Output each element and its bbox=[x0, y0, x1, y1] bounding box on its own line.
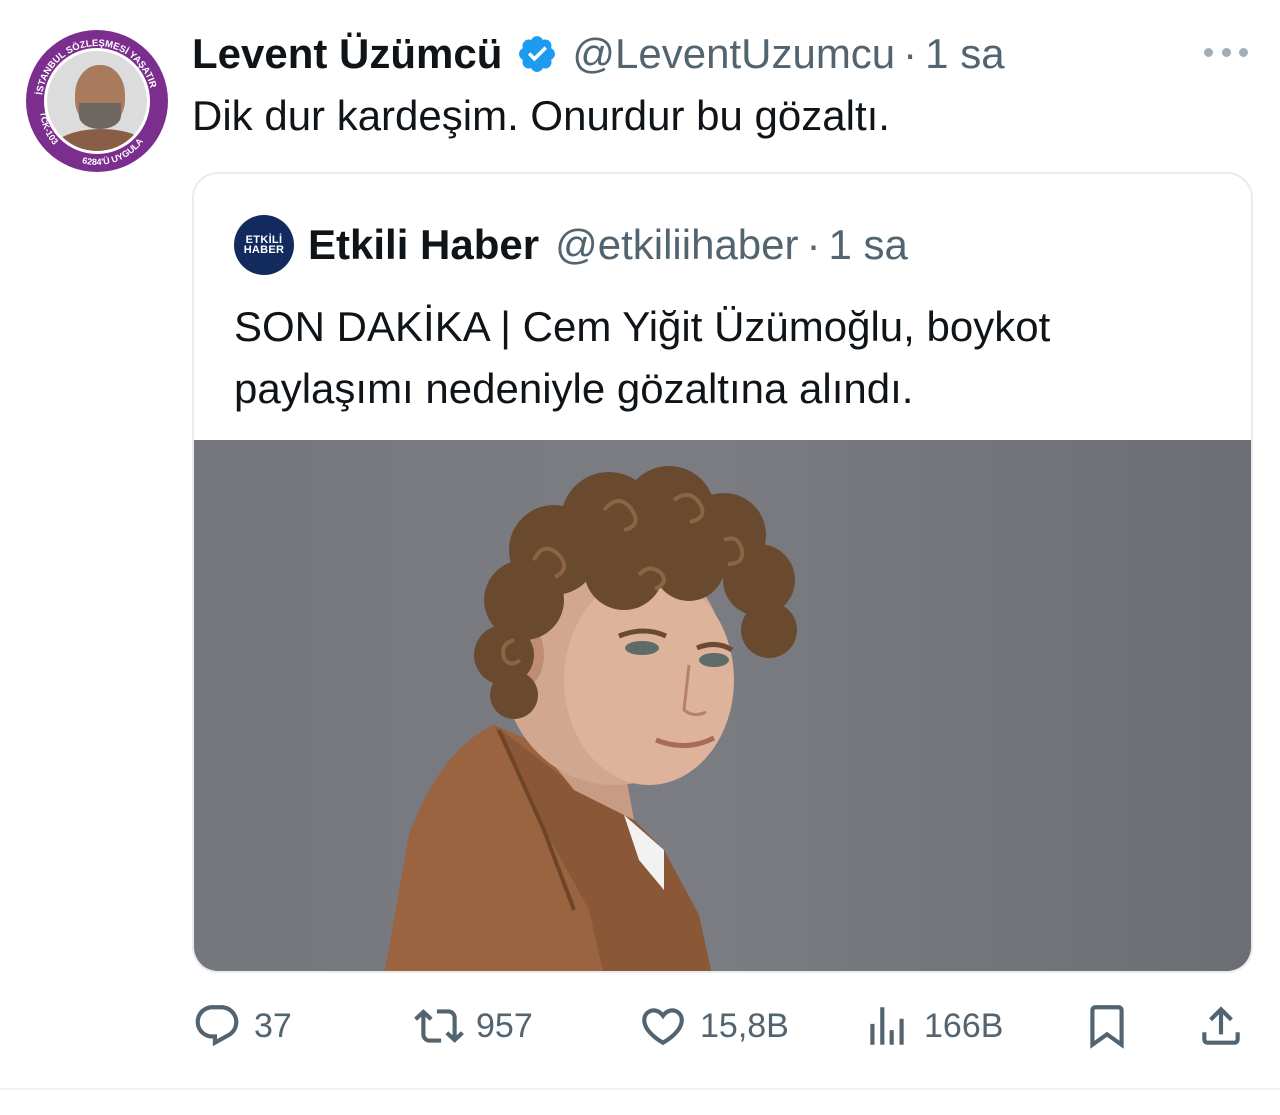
views-count: 166B bbox=[924, 1006, 1004, 1045]
more-options-icon[interactable] bbox=[1204, 40, 1248, 64]
tweet-text: Dik dur kardeşim. Onurdur bu gözaltı. bbox=[192, 92, 890, 139]
author-handle[interactable]: @LeventUzumcu bbox=[572, 30, 895, 78]
reply-button[interactable]: 37 bbox=[192, 998, 292, 1054]
tweet-header: Levent Üzümcü @LeventUzumcu · 1 sa bbox=[192, 26, 1005, 82]
tweet[interactable]: İSTANBUL SÖZLEŞMESİ YAŞATIR TCK-103 6284… bbox=[0, 0, 1280, 1115]
share-icon bbox=[1202, 1006, 1240, 1045]
verified-badge-icon[interactable] bbox=[516, 33, 558, 75]
like-count: 15,8B bbox=[700, 1006, 789, 1045]
views-button[interactable]: 166B bbox=[862, 998, 1003, 1054]
quoted-tweet-photo[interactable] bbox=[194, 440, 1251, 971]
bookmark-button[interactable] bbox=[1082, 998, 1132, 1054]
views-chart-icon bbox=[870, 1007, 904, 1045]
quoted-avatar-text-2: HABER bbox=[243, 244, 285, 256]
quoted-text-line-1: SON DAKİKA | Cem Yiğit Üzümoğlu, boykot bbox=[234, 303, 1051, 350]
heart-icon bbox=[642, 1008, 684, 1046]
quoted-author-avatar[interactable]: ETKİLİ HABER bbox=[234, 215, 294, 275]
quoted-tweet-time[interactable]: 1 sa bbox=[829, 221, 908, 269]
repost-button[interactable]: 957 bbox=[414, 998, 533, 1054]
repost-count: 957 bbox=[476, 1006, 533, 1045]
quoted-author-name[interactable]: Etkili Haber bbox=[308, 221, 539, 269]
author-display-name[interactable]: Levent Üzümcü bbox=[192, 30, 502, 78]
quoted-text-line-2: paylaşımı nedeniyle gözaltına alındı. bbox=[234, 365, 914, 412]
like-button[interactable]: 15,8B bbox=[638, 998, 789, 1054]
bookmark-icon bbox=[1090, 1005, 1124, 1049]
header-separator: · bbox=[903, 30, 918, 77]
share-button[interactable] bbox=[1196, 998, 1246, 1054]
tweet-divider bbox=[0, 1088, 1280, 1090]
quoted-tweet-header: ETKİLİ HABER Etkili Haber @etkiliihaber … bbox=[234, 214, 908, 276]
reply-count: 37 bbox=[254, 1006, 292, 1045]
portrait-illustration bbox=[384, 466, 797, 971]
quoted-tweet-text: SON DAKİKA | Cem Yiğit Üzümoğlu, boykot … bbox=[234, 296, 1214, 420]
quoted-tweet-card[interactable]: ETKİLİ HABER Etkili Haber @etkiliihaber … bbox=[192, 172, 1253, 973]
tweet-time[interactable]: 1 sa bbox=[925, 30, 1004, 78]
reply-icon bbox=[195, 1005, 239, 1047]
quoted-author-handle[interactable]: @etkiliihaber bbox=[555, 221, 798, 269]
repost-icon bbox=[414, 1009, 464, 1043]
author-avatar[interactable]: İSTANBUL SÖZLEŞMESİ YAŞATIR TCK-103 6284… bbox=[26, 30, 168, 172]
quoted-header-separator: · bbox=[806, 221, 821, 268]
tweet-actions-bar: 37 957 15,8B 166B bbox=[192, 998, 1252, 1054]
avatar-photo bbox=[44, 48, 150, 154]
